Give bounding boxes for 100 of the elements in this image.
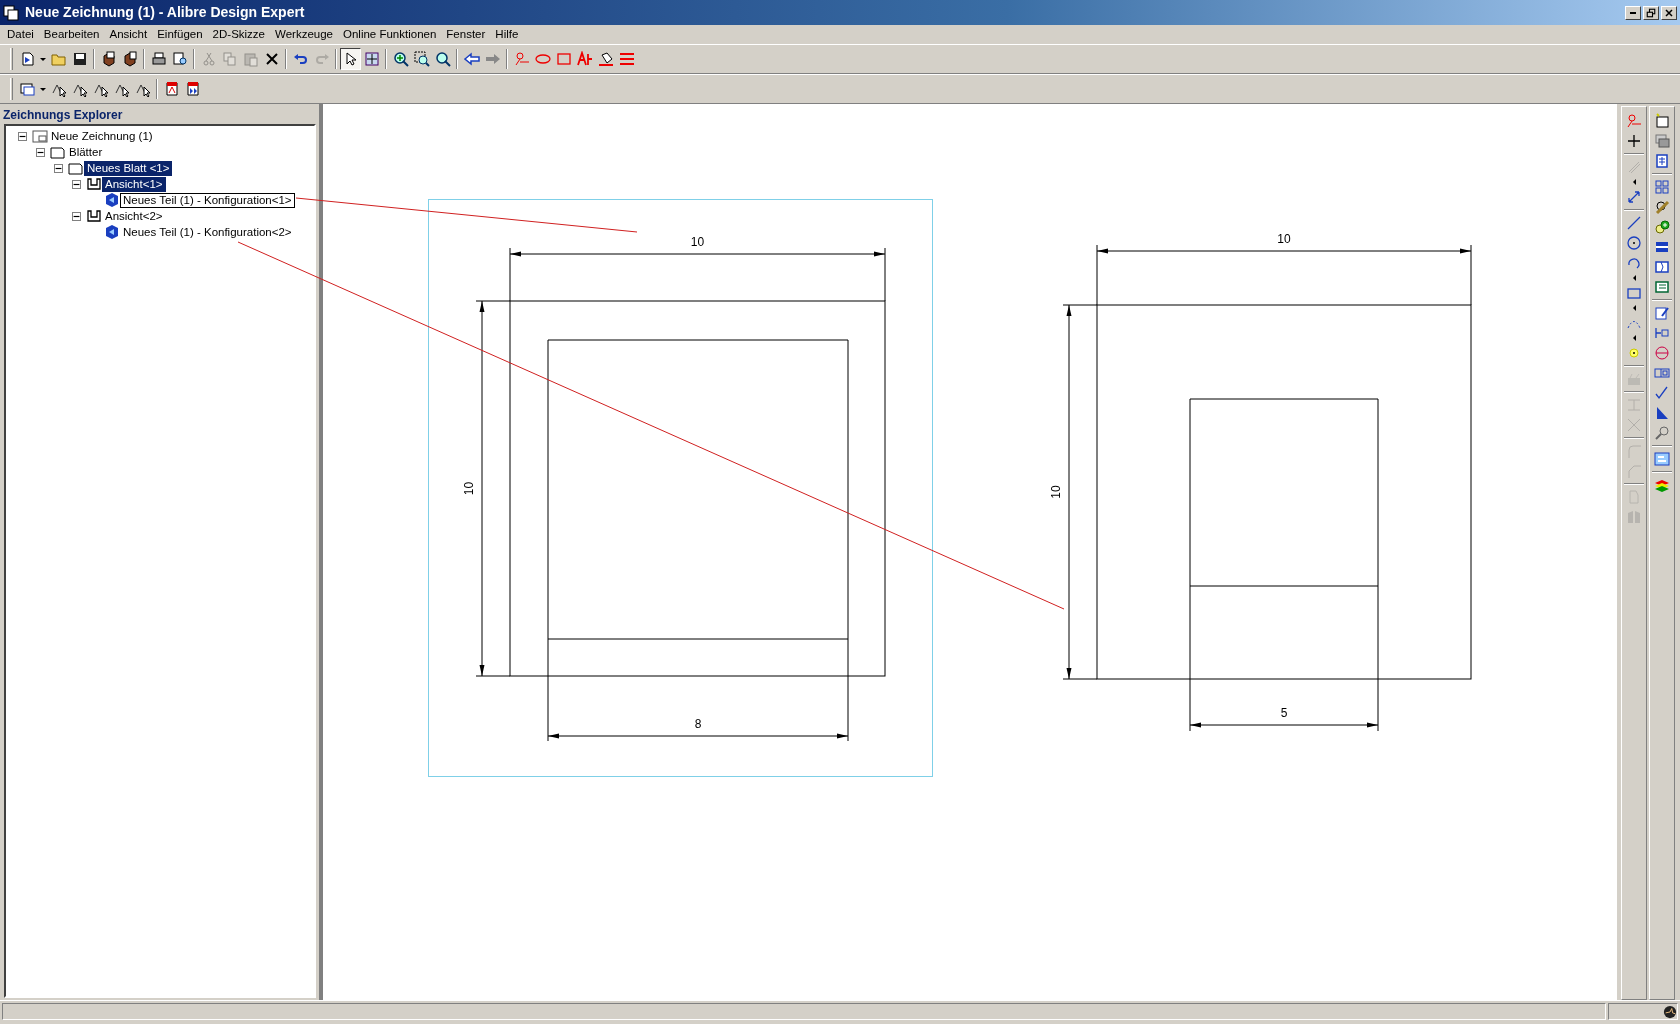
collapse-toggle[interactable]: [18, 131, 27, 141]
menu-item[interactable]: 2D-Skizze: [207, 25, 270, 44]
menu-item[interactable]: Fenster: [441, 25, 491, 44]
clipboard-icon: [242, 51, 259, 67]
view-frame[interactable]: [428, 199, 933, 777]
view-icon: [86, 176, 102, 192]
new-sheet-icon: [1654, 113, 1670, 129]
minimize-icon: [1629, 11, 1637, 14]
sketch-line-icon: [1626, 113, 1642, 129]
undo-icon: [292, 51, 309, 67]
caret-icon: [1632, 179, 1636, 185]
sheets-icon: [1654, 133, 1670, 149]
part-icon: [121, 51, 138, 67]
panel-title: Zeichnungs Explorer: [2, 107, 124, 124]
part-icon: [104, 224, 120, 240]
menu-item[interactable]: Einfügen: [152, 25, 208, 44]
left-arrow-icon: [463, 51, 480, 67]
toolbar-button[interactable]: [340, 48, 361, 70]
collapse-toggle[interactable]: [72, 179, 81, 189]
restore-button[interactable]: [1643, 5, 1659, 20]
part-icon: [104, 192, 120, 208]
fillet-icon: [1626, 443, 1642, 459]
caret-icon: [1632, 275, 1636, 281]
dimension-value: 10: [690, 235, 705, 249]
sheet-icon: [68, 160, 84, 176]
center-mark-icon: [1654, 345, 1670, 361]
tree-item[interactable]: Neues Teil (1) - Konfiguration<1>: [120, 192, 295, 208]
view-icon: [86, 208, 102, 224]
caret-icon: [1632, 335, 1636, 341]
view-icon: [19, 81, 36, 97]
minimize-button[interactable]: [1625, 5, 1641, 20]
line-icon: [1626, 215, 1642, 231]
sketch-line-icon: [513, 51, 530, 67]
folder-icon: [50, 51, 67, 67]
tree-item[interactable]: Neues Teil (1) - Konfiguration<2>: [120, 224, 295, 240]
menu-item[interactable]: Bearbeiten: [38, 25, 105, 44]
dimension-value: 10: [462, 481, 476, 496]
dimension-value: 5: [1280, 706, 1288, 720]
collapse-toggle[interactable]: [36, 147, 45, 157]
close-icon: [1663, 6, 1675, 19]
rectangle-icon: [555, 51, 572, 67]
pdf-icon: [184, 81, 201, 97]
menu-item[interactable]: Datei: [2, 25, 39, 44]
detail-view-icon: [1654, 219, 1670, 235]
parts-list-icon: [1654, 279, 1670, 295]
section-view-icon: [1654, 239, 1670, 255]
plus-icon: [1626, 133, 1642, 149]
hatch-icon: [1626, 159, 1642, 175]
rectangle-icon: [1626, 285, 1642, 301]
text-tool-icon: [576, 51, 593, 67]
feature-frame-icon: [1654, 365, 1670, 381]
caret-icon: [40, 87, 46, 91]
collapse-toggle[interactable]: [54, 163, 63, 173]
zoom-window-icon: [413, 51, 430, 67]
document-icon: [19, 51, 36, 67]
part-icon: [100, 51, 117, 67]
dimension-value: 8: [694, 717, 702, 731]
app-icon: [3, 4, 19, 21]
mirror-icon: [1626, 509, 1642, 525]
tree-item[interactable]: Ansicht<1>: [102, 176, 166, 192]
dimension-icon: [1626, 189, 1642, 205]
angle-icon: [1654, 405, 1670, 421]
cross-icon: [1626, 417, 1642, 433]
table-icon: [1654, 153, 1670, 169]
chamfer-icon: [1626, 463, 1642, 479]
globe-icon: [1663, 1004, 1677, 1019]
menu-item[interactable]: Online Funktionen: [338, 25, 442, 44]
print-preview-icon: [171, 51, 188, 67]
redo-icon: [313, 51, 330, 67]
layers-icon: [1654, 477, 1670, 493]
close-button[interactable]: [1661, 5, 1677, 20]
menu-item[interactable]: Werkzeuge: [270, 25, 338, 44]
move-icon: [363, 51, 380, 67]
copy-icon: [221, 51, 238, 67]
tree-item[interactable]: Ansicht<2>: [102, 208, 166, 224]
tree-item[interactable]: Neues Blatt <1>: [84, 160, 173, 176]
zoom-in-icon: [392, 51, 409, 67]
trim-icon: [1626, 397, 1642, 413]
tree-item[interactable]: Blätter: [66, 144, 106, 160]
ellipse-icon: [534, 51, 551, 67]
tool-icon: [1654, 199, 1670, 215]
dimension-value: 10: [1277, 232, 1291, 246]
pdf-icon: [163, 81, 180, 97]
caret-icon: [40, 57, 46, 61]
line-style-icon: [618, 51, 635, 67]
printer-icon: [150, 51, 167, 67]
restore-icon: [1645, 6, 1657, 19]
tree-item[interactable]: Neue Zeichnung (1): [48, 128, 156, 144]
menu-item[interactable]: Hilfe: [490, 25, 524, 44]
scissors-icon: [200, 51, 217, 67]
window-title: Neue Zeichnung (1) - Alibre Design Expert: [25, 3, 305, 22]
menu-item[interactable]: Ansicht: [104, 25, 153, 44]
standard-views-icon: [1654, 179, 1670, 195]
collapse-toggle[interactable]: [72, 211, 81, 221]
note-icon: [1654, 305, 1670, 321]
sheet-icon: [50, 144, 66, 160]
circle-icon: [1626, 235, 1642, 251]
point-icon: [1626, 345, 1642, 361]
search-icon: [1654, 425, 1670, 441]
delete-icon: [263, 51, 280, 67]
